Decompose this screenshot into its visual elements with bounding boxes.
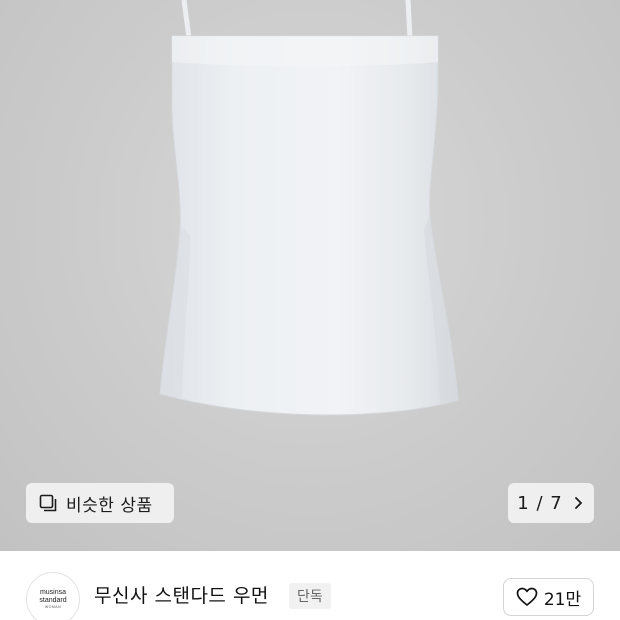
brand-logo[interactable]: musinsa standard WOMAN [26, 572, 80, 620]
like-button[interactable]: 21만 [503, 578, 594, 616]
chevron-right-icon [573, 496, 585, 510]
brand-logo-line3: WOMAN [44, 604, 62, 609]
product-image [159, 0, 459, 416]
brand-logo-line2: standard [39, 596, 67, 604]
similar-products-label: 비슷한 상품 [66, 495, 153, 516]
copy-icon [38, 493, 58, 513]
product-image-carousel[interactable]: 비슷한 상품 1 / 7 [0, 0, 620, 551]
heart-icon [516, 587, 538, 607]
similar-products-button[interactable]: 비슷한 상품 [26, 483, 174, 523]
image-pager-text: 1 / 7 [517, 492, 563, 514]
exclusive-badge: 단독 [289, 583, 331, 609]
brand-name-link[interactable]: 무신사 스탠다드 우먼 [94, 581, 269, 608]
image-pager[interactable]: 1 / 7 [508, 483, 594, 523]
brand-bar: musinsa standard WOMAN 무신사 스탠다드 우먼 단독 21… [0, 551, 620, 620]
brand-logo-line1: musinsa [39, 588, 67, 596]
like-count: 21만 [543, 589, 582, 610]
